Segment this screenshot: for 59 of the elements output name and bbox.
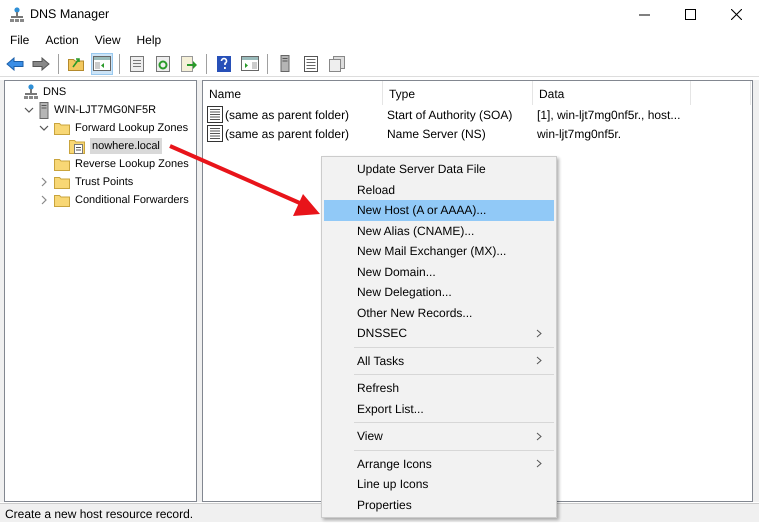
menu-item[interactable]: View [88, 28, 126, 50]
folder-icon [54, 157, 70, 171]
folder-icon [54, 193, 70, 207]
menu-item[interactable]: Other New Records... [324, 302, 554, 323]
action-pane-icon [241, 56, 259, 71]
menu-item[interactable]: Reload [324, 180, 554, 200]
server-icon [39, 102, 49, 118]
table-cell-text: Name Server (NS) [386, 126, 487, 142]
window-title: DNS Manager [30, 6, 110, 23]
menu-item[interactable]: Properties [324, 494, 554, 515]
console-tree-icon [93, 56, 111, 71]
close-icon [730, 8, 742, 20]
status-text: Create a new host resource record. [5, 507, 194, 521]
table-cell-text: (same as parent folder) [224, 106, 350, 124]
record-icon [207, 106, 223, 123]
records-icon [304, 56, 318, 72]
record-icon [207, 125, 223, 142]
tree-item[interactable]: WIN-LJT7MG0NF5R [52, 102, 158, 118]
app-icon [10, 6, 24, 23]
folder-icon [54, 121, 70, 135]
menu-item[interactable]: File [4, 28, 36, 50]
column-header[interactable]: Type [383, 81, 533, 105]
tree-item[interactable]: DNS [41, 84, 68, 100]
menu-item[interactable]: Help [130, 28, 168, 50]
column-header[interactable]: Data [533, 81, 691, 105]
table-cell-text: Start of Authority (SOA) [386, 106, 514, 124]
tree-item[interactable]: Conditional Forwarders [73, 192, 191, 208]
copy-icon [329, 56, 345, 72]
folder-up-icon [68, 56, 84, 71]
help-icon [217, 56, 231, 72]
tree-item[interactable]: nowhere.local [90, 138, 162, 154]
tree-item[interactable]: Trust Points [73, 174, 136, 190]
menu-item[interactable]: Update Server Data File [324, 159, 554, 180]
table-cell-text: (same as parent folder) [224, 126, 350, 142]
table-cell-text: [1], win-ljt7mg0nf5r., host... [536, 106, 682, 124]
menu-item[interactable]: Line up Icons [324, 474, 554, 494]
menu-item[interactable]: New Mail Exchanger (MX)... [324, 241, 554, 262]
server-icon [280, 55, 290, 72]
refresh-icon [155, 56, 171, 72]
menu-item[interactable]: Export List... [324, 398, 554, 419]
forward-icon [32, 56, 50, 70]
export-icon [180, 56, 198, 72]
table-cell-text: win-ljt7mg0nf5r. [536, 126, 622, 142]
back-icon [6, 56, 24, 70]
menu-item[interactable]: Action [39, 28, 85, 50]
tree-item[interactable]: Forward Lookup Zones [73, 120, 190, 136]
menu-item[interactable]: New Domain... [324, 262, 554, 282]
menu-item[interactable]: New Alias (CNAME)... [324, 220, 554, 241]
toolbar-button[interactable] [91, 52, 113, 74]
tree-item[interactable]: Reverse Lookup Zones [73, 156, 191, 172]
menu-item[interactable]: DNSSEC [324, 323, 554, 344]
maximize-icon [684, 8, 696, 20]
list-icon [129, 56, 145, 72]
folder-icon [54, 175, 70, 189]
column-header[interactable]: Name [203, 81, 383, 105]
menu-item[interactable]: New Delegation... [324, 282, 554, 302]
dns-icon [24, 84, 38, 100]
zone-icon [69, 138, 87, 154]
menu-item[interactable]: New Host (A or AAAA)... [324, 200, 554, 220]
